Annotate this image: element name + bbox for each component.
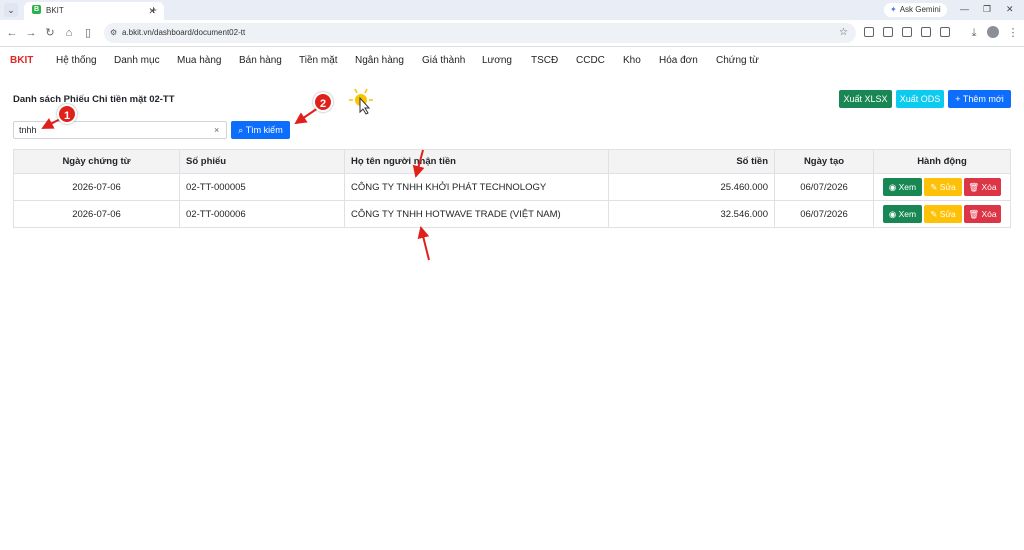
arrow-to-row2-name [417, 226, 430, 261]
annotation-arrows [41, 88, 430, 261]
step-marker-1: 1 [57, 104, 77, 124]
click-cursor-icon [349, 88, 373, 115]
arrow-to-row1-name [412, 149, 425, 178]
arrow-to-search-button [294, 107, 319, 125]
step-marker-2: 2 [313, 92, 333, 112]
